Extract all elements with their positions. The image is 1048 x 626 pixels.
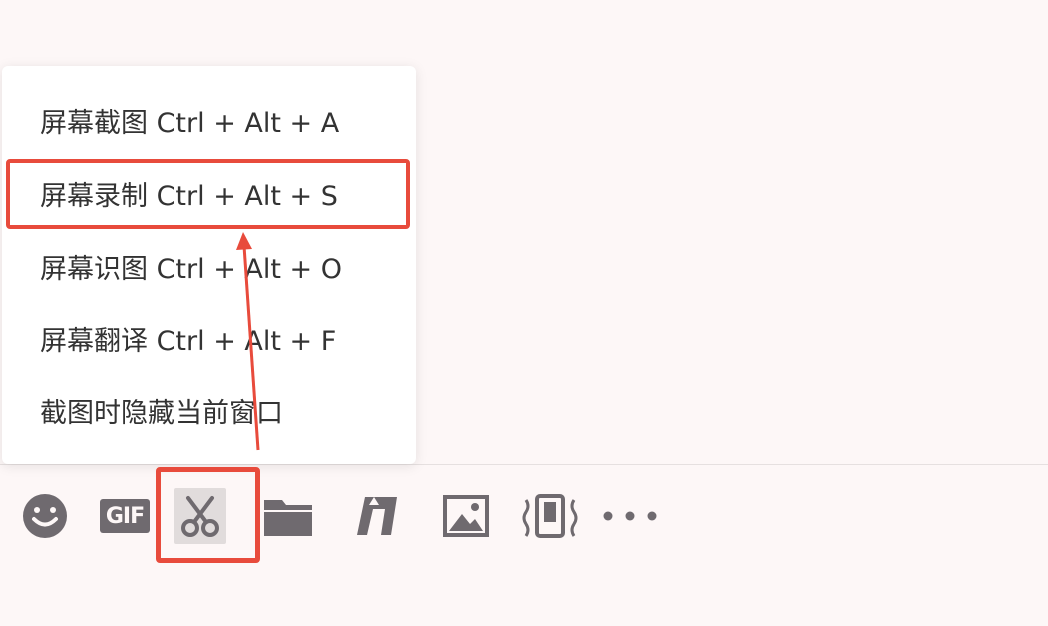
gif-label: GIF: [105, 503, 145, 529]
screenshot-menu: 屏幕截图 Ctrl + Alt + A 屏幕录制 Ctrl + Alt + S …: [2, 66, 416, 464]
menu-item-screen-recognize[interactable]: 屏幕识图 Ctrl + Alt + O: [2, 234, 416, 298]
menu-item-hide-window-on-capture[interactable]: 截图时隐藏当前窗口: [2, 378, 416, 442]
shake-window-button[interactable]: [520, 488, 580, 544]
emoji-button[interactable]: [19, 488, 71, 544]
chat-toolbar: GIF: [0, 470, 1048, 570]
image-button[interactable]: [440, 488, 492, 544]
folder-icon: [264, 500, 312, 536]
menu-item-screen-translate[interactable]: 屏幕翻译 Ctrl + Alt + F: [2, 306, 416, 370]
gif-icon: GIF: [100, 499, 150, 533]
scissors-icon: [181, 496, 219, 537]
input-area-divider: [0, 464, 1048, 465]
menu-item-screen-record[interactable]: 屏幕录制 Ctrl + Alt + S: [2, 161, 416, 225]
image-icon: [443, 495, 489, 537]
shake-window-icon: [522, 494, 578, 538]
more-icon: [603, 511, 657, 521]
screenshot-button[interactable]: [174, 488, 226, 544]
more-button[interactable]: [602, 488, 658, 544]
emoji-icon: [23, 494, 67, 538]
file-transfer-icon: [357, 497, 397, 535]
gif-button[interactable]: GIF: [99, 488, 151, 544]
file-transfer-button[interactable]: [350, 488, 402, 544]
file-button[interactable]: [262, 488, 314, 544]
menu-item-screen-capture[interactable]: 屏幕截图 Ctrl + Alt + A: [2, 88, 416, 152]
